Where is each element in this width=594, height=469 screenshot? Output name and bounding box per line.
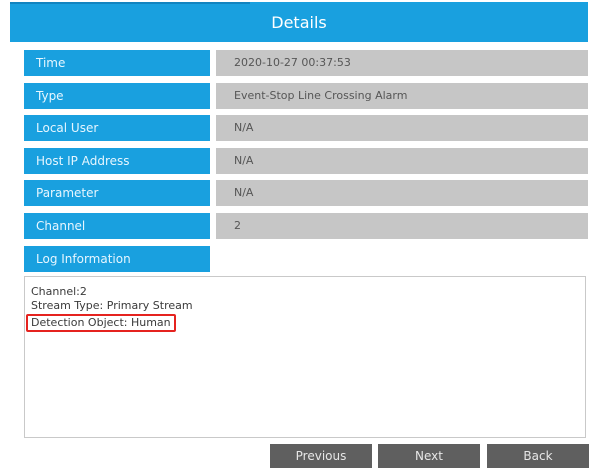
- time-label: Time: [24, 50, 210, 76]
- channel-value: 2: [216, 213, 588, 239]
- dialog-title: Details: [271, 12, 327, 32]
- log-line-detection-object: Detection Object: Human: [26, 314, 176, 332]
- dialog-title-bar: Details: [10, 2, 588, 42]
- parameter-label: Parameter: [24, 180, 210, 206]
- next-button[interactable]: Next: [378, 444, 480, 468]
- title-bar-accent-line: [10, 2, 250, 4]
- host-ip-address-label: Host IP Address: [24, 148, 210, 174]
- host-ip-address-value: N/A: [216, 148, 588, 174]
- log-line-channel: Channel:2: [31, 285, 87, 298]
- log-line-stream-type: Stream Type: Primary Stream: [31, 299, 193, 312]
- local-user-label: Local User: [24, 115, 210, 141]
- log-information-label: Log Information: [24, 246, 210, 272]
- type-label: Type: [24, 83, 210, 109]
- parameter-value: N/A: [216, 180, 588, 206]
- local-user-value: N/A: [216, 115, 588, 141]
- channel-label: Channel: [24, 213, 210, 239]
- previous-button[interactable]: Previous: [270, 444, 372, 468]
- time-value: 2020-10-27 00:37:53: [216, 50, 588, 76]
- log-information-box[interactable]: Channel:2 Stream Type: Primary Stream De…: [24, 276, 586, 438]
- type-value: Event-Stop Line Crossing Alarm: [216, 83, 588, 109]
- back-button[interactable]: Back: [487, 444, 589, 468]
